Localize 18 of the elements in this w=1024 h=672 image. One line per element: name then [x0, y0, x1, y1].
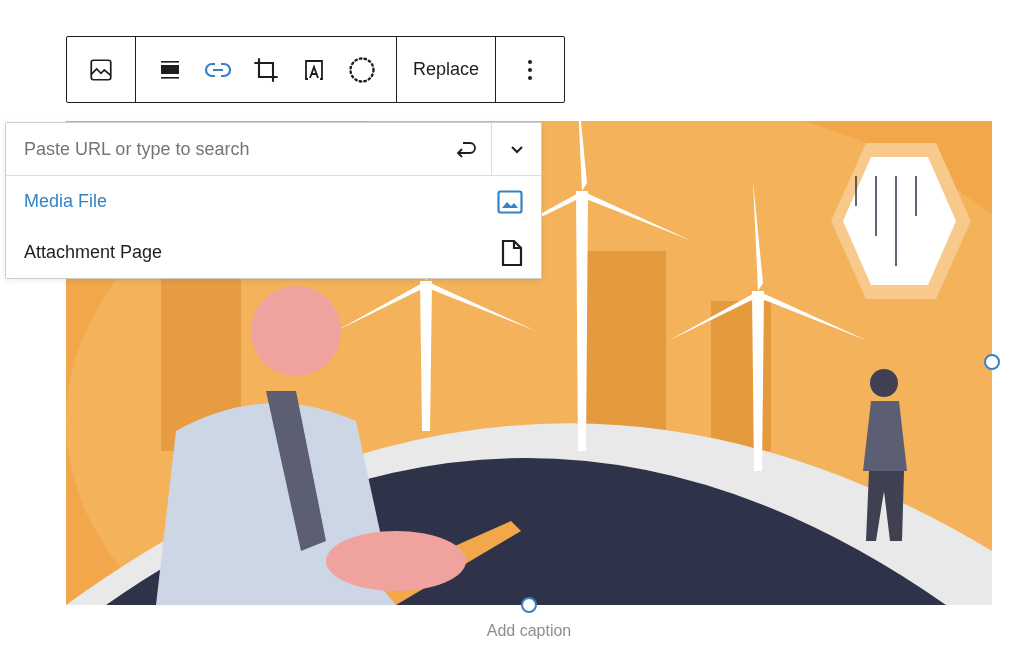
image-icon — [497, 189, 523, 214]
submit-button[interactable] — [441, 123, 491, 176]
resize-handle[interactable] — [984, 354, 1000, 370]
link-icon — [204, 60, 232, 79]
image-icon — [88, 56, 114, 83]
replace-button[interactable]: Replace — [407, 45, 486, 94]
dropdown-toggle-button[interactable] — [491, 123, 541, 176]
url-search-field[interactable]: Paste URL or type to search — [6, 123, 441, 176]
text-overlay-icon — [302, 57, 326, 82]
caption-field[interactable]: Add caption — [427, 621, 631, 641]
dotted-circle-icon — [348, 55, 376, 84]
return-arrow-icon — [455, 139, 477, 159]
chevron-down-icon — [509, 144, 524, 154]
resize-handle[interactable] — [521, 597, 537, 613]
page-icon — [501, 238, 523, 267]
more-icon — [527, 57, 534, 82]
url-input[interactable]: Paste URL or type to search — [24, 136, 423, 162]
crop-icon — [252, 55, 280, 84]
